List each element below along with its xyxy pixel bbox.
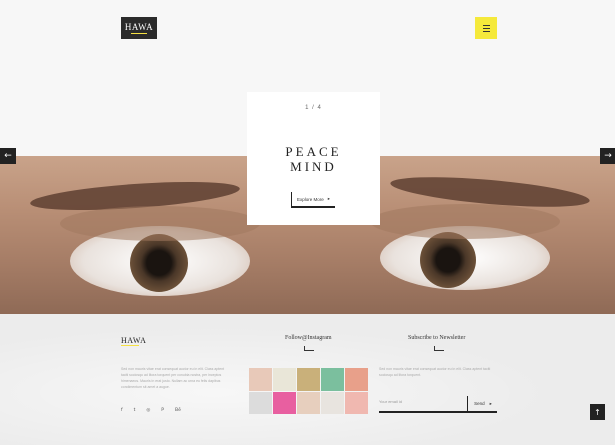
instagram-grid (249, 368, 368, 414)
footer-logo-underline (121, 345, 139, 346)
instagram-thumb-8[interactable] (297, 391, 320, 414)
explore-more-label: Explore More (296, 196, 324, 202)
logo-underline (131, 33, 147, 34)
send-button[interactable]: Send ▸ (467, 396, 498, 411)
instagram-thumb-3[interactable] (297, 368, 320, 391)
hamburger-icon (482, 24, 490, 33)
instagram-title: Follow@Instagram (285, 335, 332, 341)
arrow-left-icon: ← (4, 151, 12, 161)
next-slide-button[interactable]: → (600, 148, 615, 164)
newsletter-form: Your email id Send ▸ (379, 396, 497, 413)
menu-button[interactable] (475, 17, 497, 39)
instagram-thumb-6[interactable] (249, 391, 272, 414)
instagram-thumb-5[interactable] (345, 368, 368, 391)
instagram-thumb-1[interactable] (249, 368, 272, 391)
instagram-thumb-4[interactable] (321, 368, 344, 391)
logo-text: HAWA (124, 22, 154, 32)
slide-counter: 1 / 4 (305, 105, 322, 111)
instagram-thumb-2[interactable] (273, 368, 296, 391)
behance-icon[interactable]: Bē (175, 408, 181, 413)
back-to-top-button[interactable]: ↑ (590, 404, 605, 420)
facebook-icon[interactable]: f (121, 408, 123, 413)
instagram-thumb-7[interactable] (273, 391, 296, 414)
prev-slide-button[interactable]: ← (0, 148, 16, 164)
pinterest-icon[interactable]: P (161, 408, 164, 413)
newsletter-title-divider (434, 350, 444, 351)
twitter-icon[interactable]: t (134, 408, 136, 413)
slide-card: 1 / 4 PEACE MIND Explore More ▸ (247, 92, 380, 225)
slide-title: PEACE MIND (247, 144, 380, 174)
slide-title-line2: MIND (290, 159, 337, 174)
instagram-icon[interactable]: ◎ (146, 408, 150, 413)
arrow-up-icon: ↑ (594, 407, 601, 417)
newsletter-text: Sed non mauris vitae erat consequat auct… (379, 367, 491, 377)
caret-right-icon: ▸ (489, 400, 492, 406)
instagram-thumb-9[interactable] (321, 391, 344, 414)
slide-title-line1: PEACE (285, 144, 342, 159)
footer-logo[interactable]: HAWA (121, 336, 146, 345)
email-input[interactable]: Your email id (379, 399, 402, 404)
instagram-thumb-10[interactable] (345, 391, 368, 414)
instagram-title-divider (304, 350, 314, 351)
send-label: Send (474, 401, 485, 406)
logo[interactable]: HAWA (121, 17, 157, 39)
social-links: f t ◎ P Bē (121, 408, 181, 413)
footer-about-text: Sed non mauris vitae erat consequat auct… (121, 367, 225, 389)
explore-more-button[interactable]: Explore More ▸ (291, 192, 335, 208)
newsletter-title: Subscribe to Newsletter (408, 335, 466, 341)
arrow-right-icon: → (604, 151, 612, 161)
caret-right-icon: ▸ (327, 196, 331, 201)
